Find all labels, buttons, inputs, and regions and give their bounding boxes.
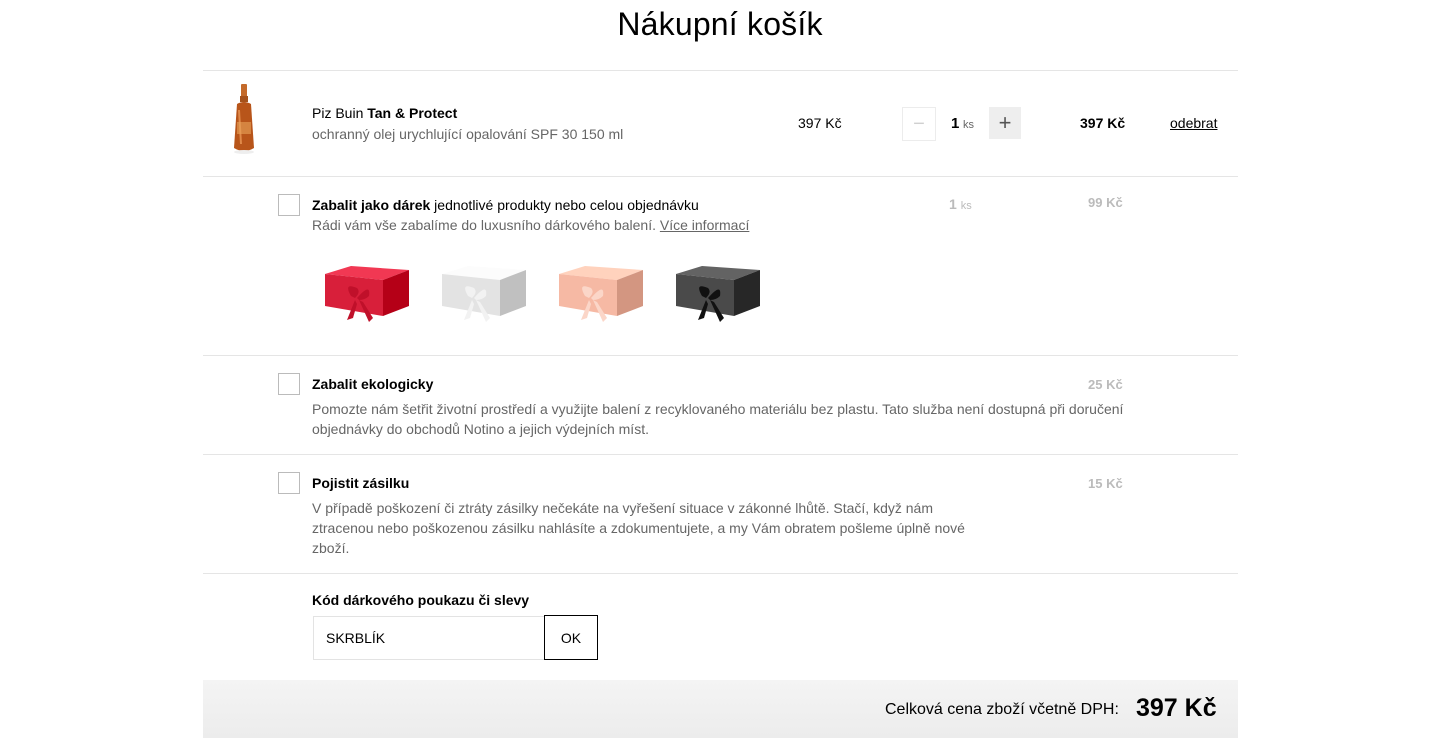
gift-wrap-quantity-value: 1 xyxy=(949,196,957,212)
increase-quantity-button[interactable]: + xyxy=(989,107,1021,139)
divider xyxy=(203,70,1238,71)
gift-wrap-quantity: 1 ks xyxy=(949,196,972,212)
divider xyxy=(203,176,1238,177)
more-info-link[interactable]: Více informací xyxy=(660,217,749,233)
product-name[interactable]: Piz Buin Tan & Protect xyxy=(312,105,457,121)
divider xyxy=(203,355,1238,356)
gift-box-red[interactable] xyxy=(321,260,413,326)
divider xyxy=(203,573,1238,574)
eco-wrap-title-text: Zabalit ekologicky xyxy=(312,376,434,392)
eco-wrap-description-line: Pomozte nám šetřit životní prostředí a v… xyxy=(312,401,1124,417)
summary-label: Celková cena zboží včetně DPH: xyxy=(885,701,1119,718)
product-image[interactable] xyxy=(228,82,260,156)
summary-total: 397 Kč xyxy=(1136,694,1217,722)
product-brand: Piz Buin xyxy=(312,105,364,121)
voucher-ok-button[interactable]: OK xyxy=(544,615,598,660)
gift-wrap-description-text: Rádi vám vše zabalíme do luxusního dárko… xyxy=(312,217,660,233)
gift-wrap-title-rest: jednotlivé produkty nebo celou objednávk… xyxy=(430,197,699,213)
voucher-label: Kód dárkového poukazu či slevy xyxy=(312,592,530,608)
insurance-title: Pojistit zásilku xyxy=(312,475,409,491)
divider xyxy=(203,454,1238,455)
page-title: Nákupní košík xyxy=(617,6,823,42)
line-total-price: 397 Kč xyxy=(1080,115,1126,131)
remove-item-link[interactable]: odebrat xyxy=(1170,115,1217,131)
eco-wrap-description-line: objednávky do obchodů Notino a jejich vý… xyxy=(312,421,649,437)
insurance-price: 15 Kč xyxy=(1088,476,1123,491)
insurance-description-line: zboží. xyxy=(312,540,350,556)
insurance-description-line: ztracenou nebo poškozenou zásilku nahlás… xyxy=(312,520,965,536)
quantity-unit: ks xyxy=(963,119,974,131)
product-description: ochranný olej urychlující opalování SPF … xyxy=(312,126,624,142)
eco-wrap-price: 25 Kč xyxy=(1088,377,1123,392)
gift-box-peach[interactable] xyxy=(555,260,647,326)
gift-box-white[interactable] xyxy=(438,260,530,326)
gift-wrap-description: Rádi vám vše zabalíme do luxusního dárko… xyxy=(312,215,749,235)
eco-wrap-description: Pomozte nám šetřit životní prostředí a v… xyxy=(312,399,1123,439)
gift-wrap-price: 99 Kč xyxy=(1088,195,1123,210)
product-title: Tan & Protect xyxy=(367,105,458,121)
eco-wrap-title: Zabalit ekologicky xyxy=(312,376,433,392)
eco-wrap-checkbox[interactable] xyxy=(278,373,300,395)
quantity-value: 1 xyxy=(951,115,960,132)
gift-wrap-checkbox[interactable] xyxy=(278,194,300,216)
insurance-title-text: Pojistit zásilku xyxy=(312,475,410,491)
gift-wrap-title: Zabalit jako dárek jednotlivé produkty n… xyxy=(312,197,699,213)
gift-box-black[interactable] xyxy=(672,260,764,326)
gift-wrap-quantity-unit: ks xyxy=(960,200,972,212)
decrease-quantity-button[interactable]: − xyxy=(902,107,936,141)
insurance-description-line: V případě poškození či ztráty zásilky ne… xyxy=(312,500,933,516)
insurance-description: V případě poškození či ztráty zásilky ne… xyxy=(312,498,965,558)
unit-price: 397 Kč xyxy=(798,115,842,131)
gift-wrap-title-bold: Zabalit jako dárek xyxy=(312,197,431,213)
voucher-input[interactable] xyxy=(313,616,545,660)
insurance-checkbox[interactable] xyxy=(278,472,300,494)
